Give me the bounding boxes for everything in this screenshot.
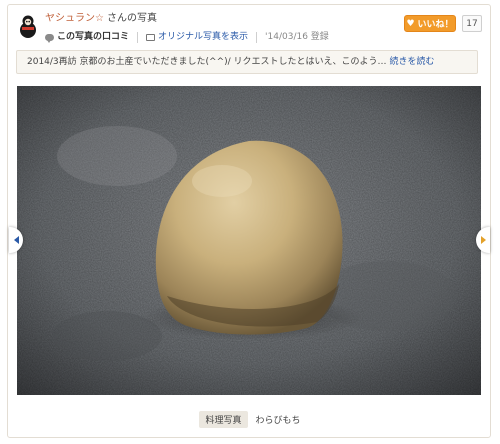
- folder-icon: [146, 33, 156, 41]
- divider: [256, 31, 258, 43]
- review-excerpt: 2014/3再訪 京都のお土産でいただきました(^^)/ リクエストしたとはいえ…: [16, 50, 478, 74]
- category-badge: 料理写真: [199, 410, 248, 428]
- review-link-item[interactable]: この写真の口コミ: [45, 31, 129, 43]
- read-more-link[interactable]: 続きを読む: [390, 57, 435, 67]
- upload-date: '14/03/16 登録: [265, 32, 329, 42]
- chevron-left-icon: [13, 236, 19, 244]
- photo-meta: この写真の口コミ オリジナル写真を表示 '14/03/16 登録: [45, 31, 329, 43]
- divider: [137, 31, 139, 43]
- original-photo-link[interactable]: オリジナル写真を表示: [158, 31, 248, 43]
- main-photo: [17, 86, 481, 395]
- like-button[interactable]: ♥ いいね！: [404, 15, 456, 32]
- author-name-link[interactable]: ヤシュラン☆: [45, 13, 104, 24]
- review-link[interactable]: この写真の口コミ: [57, 31, 129, 43]
- comment-icon: [45, 33, 54, 43]
- photo-footer: 料理写真 わらびもち: [0, 410, 500, 428]
- original-link-item[interactable]: オリジナル写真を表示: [146, 31, 248, 43]
- review-excerpt-text: 2014/3再訪 京都のお土産でいただきました(^^)/ リクエストしたとはいえ…: [27, 57, 387, 67]
- heart-icon: ♥: [406, 18, 415, 29]
- like-count: 17: [462, 15, 482, 32]
- like-button-label: いいね！: [417, 20, 454, 30]
- chevron-right-icon: [480, 236, 486, 244]
- user-avatar[interactable]: [17, 13, 39, 39]
- author-suffix: さんの写真: [106, 13, 157, 24]
- author-line: ヤシュラン☆ さんの写真: [45, 12, 157, 26]
- dish-name: わらびもち: [255, 415, 301, 426]
